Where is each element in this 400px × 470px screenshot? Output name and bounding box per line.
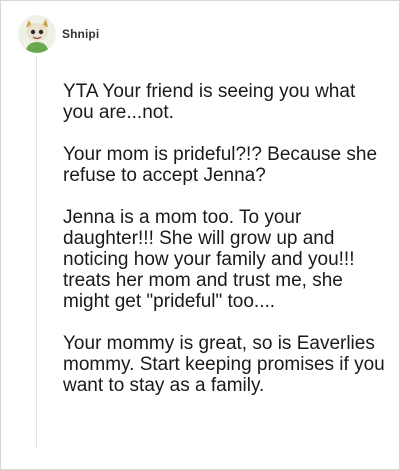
- thread-line[interactable]: [36, 57, 37, 449]
- cartoon-avatar-icon[interactable]: [18, 15, 56, 53]
- comment-body: YTA Your friend is seeing you what you a…: [63, 81, 385, 396]
- comment-card: Shnipi YTA Your friend is seeing you wha…: [0, 0, 400, 470]
- username[interactable]: Shnipi: [62, 27, 99, 41]
- comment-paragraph: YTA Your friend is seeing you what you a…: [63, 81, 356, 123]
- comment-paragraph: Your mommy is great, so is Eaverlies mom…: [63, 333, 385, 396]
- comment-paragraph: Jenna is a mom too. To your daughter!!! …: [63, 207, 355, 312]
- comment-paragraph: Your mom is prideful?!? Because she refu…: [63, 144, 378, 186]
